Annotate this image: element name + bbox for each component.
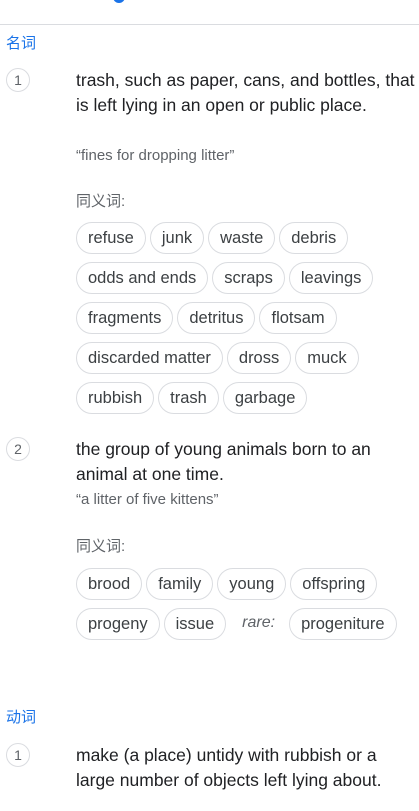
synonym-chips: brood family young offspring progeny iss… (76, 568, 416, 640)
synonym-chip[interactable]: muck (295, 342, 359, 374)
sense-number: 1 (6, 68, 30, 92)
synonyms-label: 同义词: (76, 193, 126, 210)
part-of-speech-noun: 名词 (6, 35, 37, 52)
synonym-chip[interactable]: garbage (222, 382, 308, 414)
synonym-chip[interactable]: rubbish (76, 382, 155, 414)
synonym-chip[interactable]: issue (163, 608, 227, 640)
synonym-chip[interactable]: flotsam (259, 302, 337, 334)
synonym-chip[interactable]: offspring (290, 568, 378, 600)
synonym-chip[interactable]: debris (279, 222, 349, 254)
example: “fines for dropping litter” (76, 147, 235, 164)
definition: trash, such as paper, cans, and bottles,… (76, 70, 415, 115)
sense-number: 1 (6, 743, 30, 767)
example: “a litter of five kittens” (76, 491, 219, 508)
synonym-chip[interactable]: progeny (76, 608, 160, 640)
synonym-chip[interactable]: dross (226, 342, 292, 374)
synonym-chip[interactable]: scraps (212, 262, 285, 294)
part-of-speech-verb: 动词 (6, 709, 37, 726)
top-tab-bar (0, 0, 419, 25)
definition: make (a place) untidy with rubbish or a … (76, 745, 382, 790)
synonym-chip[interactable]: family (146, 568, 214, 600)
synonym-chip[interactable]: discarded matter (76, 342, 223, 374)
synonym-chip[interactable]: brood (76, 568, 143, 600)
synonym-chip[interactable]: young (217, 568, 287, 600)
rare-label: rare: (242, 614, 276, 631)
synonyms-label: 同义词: (76, 538, 126, 555)
synonym-chip-rare[interactable]: progeniture (289, 608, 397, 640)
active-tab-indicator (113, 0, 125, 3)
synonym-chip[interactable]: detritus (177, 302, 256, 334)
synonym-chip[interactable]: leavings (288, 262, 374, 294)
synonym-chip[interactable]: trash (158, 382, 219, 414)
synonym-chip[interactable]: refuse (76, 222, 146, 254)
synonym-chips: refuse junk waste debris odds and ends s… (76, 222, 416, 414)
synonym-chip[interactable]: odds and ends (76, 262, 209, 294)
definition: the group of young animals born to an an… (76, 439, 371, 484)
synonym-chip[interactable]: junk (149, 222, 205, 254)
synonym-chip[interactable]: waste (208, 222, 276, 254)
synonym-chip[interactable]: fragments (76, 302, 174, 334)
sense-number: 2 (6, 437, 30, 461)
